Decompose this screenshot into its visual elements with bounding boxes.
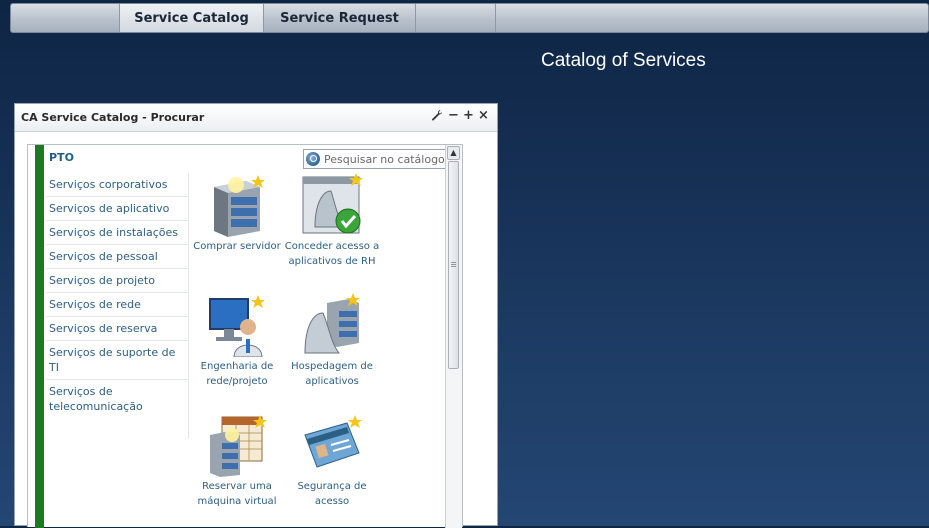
engineer-icon xyxy=(206,293,268,358)
server-icon xyxy=(206,173,268,237)
tab-service-request[interactable]: Service Request xyxy=(264,4,416,32)
scroll-up-arrow-icon[interactable]: ▲ xyxy=(447,146,460,160)
service-label: Engenharia de rede/projeto xyxy=(200,361,274,387)
close-icon[interactable]: × xyxy=(478,109,489,123)
service-tile[interactable]: Engenharia de rede/projeto xyxy=(189,293,285,389)
top-nav-bar: Service Catalog Service Request xyxy=(10,3,929,33)
portlet-header: CA Service Catalog - Procurar − + × xyxy=(15,104,497,132)
service-tile[interactable]: Segurança de acesso xyxy=(284,413,380,509)
service-tile[interactable]: Conceder acesso a aplicativos de RH xyxy=(284,173,380,269)
vertical-scrollbar[interactable]: ▲ xyxy=(445,145,462,528)
category-item[interactable]: Serviços corporativos xyxy=(46,173,188,197)
category-item[interactable]: Serviços de instalações xyxy=(46,221,188,245)
search-icon[interactable] xyxy=(306,152,320,166)
catalog-search-box[interactable] xyxy=(303,149,455,169)
tab-service-catalog[interactable]: Service Catalog xyxy=(119,4,264,32)
category-item[interactable]: Serviços de pessoal xyxy=(46,245,188,269)
service-tile[interactable]: Hospedagem de aplicativos xyxy=(284,293,380,389)
category-item[interactable]: Serviços de rede xyxy=(46,293,188,317)
service-tile[interactable]: Comprar servidor xyxy=(189,173,285,254)
category-list: Serviços corporativos Serviços de aplica… xyxy=(46,173,188,418)
app-hosting-icon xyxy=(301,293,363,357)
page-title: Catalog of Services xyxy=(541,50,706,71)
catalog-portlet: CA Service Catalog - Procurar − + × PTO … xyxy=(14,103,498,528)
category-item[interactable]: Serviços de projeto xyxy=(46,269,188,293)
section-accent-bar xyxy=(35,145,44,528)
service-label: Conceder acesso a aplicativos de RH xyxy=(284,241,380,267)
wrench-icon[interactable] xyxy=(431,109,443,125)
catalog-search-input[interactable] xyxy=(324,151,452,167)
service-label: Comprar servidor xyxy=(193,241,281,252)
tab-spacer xyxy=(416,4,496,32)
section-label: PTO xyxy=(49,151,74,164)
portlet-title: CA Service Catalog - Procurar xyxy=(21,111,205,124)
service-label: Reservar uma máquina virtual xyxy=(197,481,277,507)
service-tile[interactable]: Reservar uma máquina virtual xyxy=(189,413,285,509)
maximize-icon[interactable]: + xyxy=(463,109,474,123)
minimize-icon[interactable]: − xyxy=(448,109,459,123)
service-label: Hospedagem de aplicativos xyxy=(291,361,373,387)
virtual-machine-icon xyxy=(206,413,268,477)
catalog-panel: PTO Serviços corporativos Serviços de ap… xyxy=(27,144,463,528)
category-item[interactable]: Serviços de aplicativo xyxy=(46,197,188,221)
app-access-icon xyxy=(301,173,363,237)
access-card-icon xyxy=(301,413,363,477)
service-label: Segurança de acesso xyxy=(297,481,367,507)
category-item[interactable]: Serviços de reserva xyxy=(46,317,188,341)
scroll-thumb[interactable] xyxy=(448,161,459,369)
category-item[interactable]: Serviços de suporte de TI xyxy=(46,341,188,380)
category-item[interactable]: Serviços de telecomunicação xyxy=(46,380,188,418)
